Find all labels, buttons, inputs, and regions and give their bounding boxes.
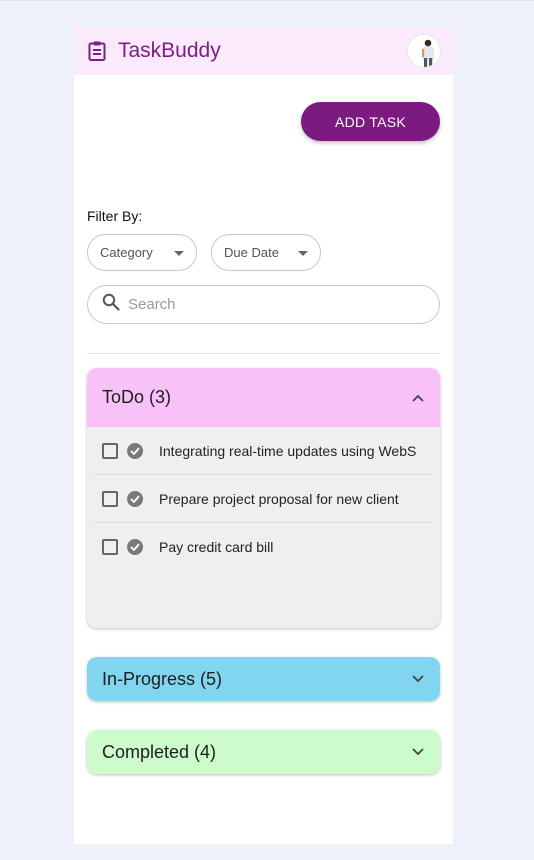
check-circle-icon bbox=[127, 490, 143, 507]
task-row[interactable]: Prepare project proposal for new client bbox=[94, 475, 433, 523]
task-title: Prepare project proposal for new client bbox=[159, 490, 399, 507]
in-progress-section: In-Progress (5) bbox=[87, 657, 440, 701]
caret-down-icon bbox=[174, 251, 184, 256]
task-title: Integrating real-time updates using WebS bbox=[159, 442, 417, 459]
add-task-button[interactable]: ADD TASK bbox=[301, 102, 440, 141]
divider bbox=[87, 353, 440, 354]
top-border bbox=[0, 0, 534, 1]
search-icon bbox=[102, 293, 120, 316]
app-header: TaskBuddy bbox=[74, 26, 453, 75]
clipboard-icon bbox=[88, 40, 108, 62]
todo-task-list: Integrating real-time updates using WebS… bbox=[87, 427, 440, 571]
completed-section-header[interactable]: Completed (4) bbox=[87, 730, 440, 774]
search-input[interactable] bbox=[128, 296, 418, 313]
check-circle-icon bbox=[127, 539, 143, 555]
due-date-filter-select[interactable]: Due Date bbox=[211, 234, 321, 271]
todo-section: ToDo (3) Integrating real-time updates u… bbox=[87, 368, 440, 628]
completed-section-title: Completed (4) bbox=[102, 741, 217, 762]
category-filter-value: Category bbox=[100, 245, 153, 260]
chevron-down-icon[interactable] bbox=[411, 672, 425, 686]
task-row[interactable]: Pay credit card bill bbox=[94, 523, 433, 571]
todo-section-header[interactable]: ToDo (3) bbox=[87, 368, 440, 427]
task-checkbox[interactable] bbox=[102, 539, 118, 555]
user-avatar[interactable] bbox=[407, 33, 441, 68]
app-title: TaskBuddy bbox=[118, 38, 221, 62]
in-progress-section-header[interactable]: In-Progress (5) bbox=[87, 657, 440, 701]
todo-section-title: ToDo (3) bbox=[102, 387, 172, 407]
due-date-filter-value: Due Date bbox=[224, 245, 279, 260]
task-row[interactable]: Integrating real-time updates using WebS bbox=[94, 427, 433, 475]
task-title: Pay credit card bill bbox=[159, 539, 274, 555]
filter-label: Filter By: bbox=[87, 208, 143, 224]
task-checkbox[interactable] bbox=[102, 442, 118, 459]
category-filter-select[interactable]: Category bbox=[87, 234, 197, 271]
caret-down-icon bbox=[298, 251, 308, 256]
check-circle-icon bbox=[127, 442, 143, 459]
completed-section: Completed (4) bbox=[87, 730, 440, 774]
in-progress-section-title: In-Progress (5) bbox=[102, 668, 223, 689]
chevron-up-icon[interactable] bbox=[411, 391, 425, 405]
app-container: TaskBuddy ADD TASK Filter By: Category D… bbox=[74, 26, 453, 844]
chevron-down-icon[interactable] bbox=[411, 745, 425, 759]
search-box[interactable] bbox=[87, 285, 440, 324]
task-checkbox[interactable] bbox=[102, 490, 118, 507]
